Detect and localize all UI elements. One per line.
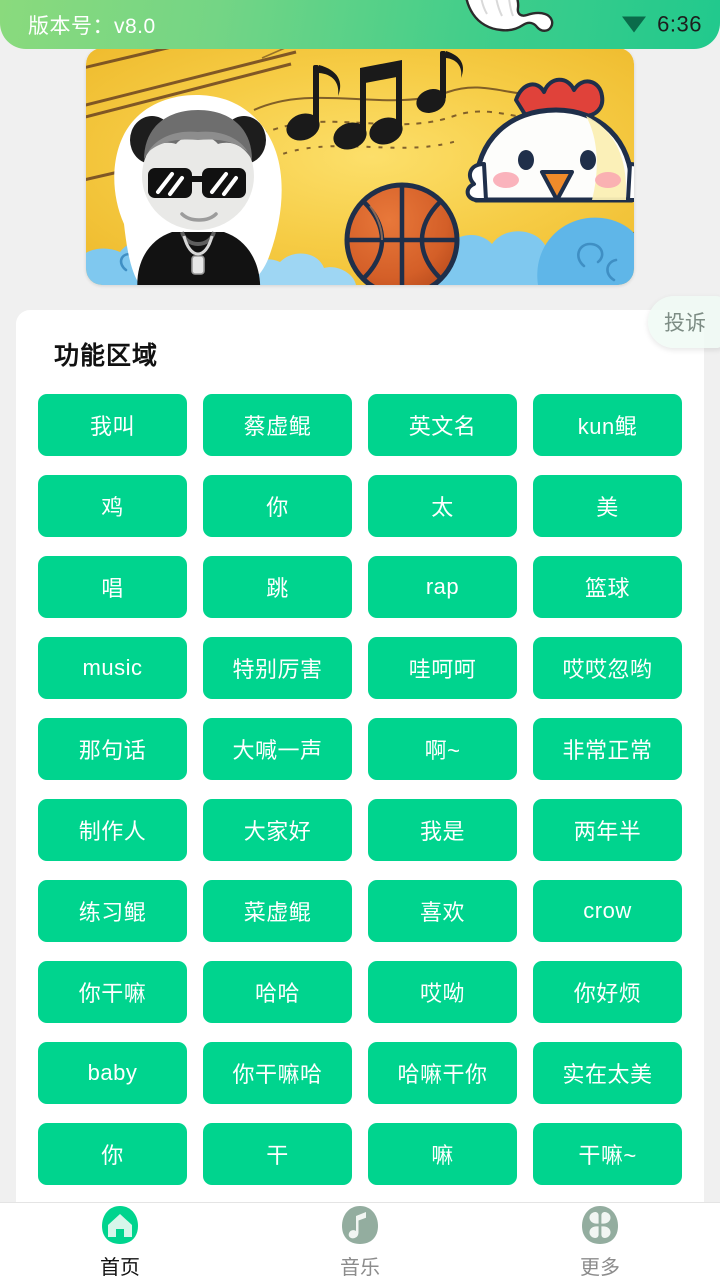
cartoon-glove-icon (455, 0, 565, 42)
function-button[interactable]: 啊~ (368, 718, 517, 780)
function-area-card: 功能区域 我叫 蔡虚鲲 英文名 kun鲲鸡你太美唱跳 rap 篮球 music 特别厉害 哇呵呵… (16, 310, 704, 1276)
complaint-button[interactable]: 投诉 (648, 296, 720, 348)
function-button[interactable]: 英文名 (368, 394, 517, 456)
bottom-navigation: 首页 音乐 更多 (0, 1202, 720, 1280)
function-button[interactable]: 哎呦 (368, 961, 517, 1023)
function-button[interactable]: 你 (38, 1123, 187, 1185)
function-button[interactable]: 干 (203, 1123, 352, 1185)
function-button[interactable]: 美 (533, 475, 682, 537)
promo-banner[interactable] (86, 48, 634, 285)
function-button[interactable]: 你干嘛 (38, 961, 187, 1023)
function-button[interactable]: baby (38, 1042, 187, 1104)
function-button[interactable]: 鸡 (38, 475, 187, 537)
function-button[interactable]: 那句话 (38, 718, 187, 780)
function-button[interactable]: 哎哎忽哟 (533, 637, 682, 699)
function-button[interactable]: 哈哈 (203, 961, 352, 1023)
function-button[interactable]: 篮球 (533, 556, 682, 618)
function-button[interactable]: 你干嘛哈 (203, 1042, 352, 1104)
function-button[interactable]: 菜虚鲲 (203, 880, 352, 942)
nav-item-more[interactable]: 更多 (480, 1203, 720, 1280)
function-button[interactable]: 喜欢 (368, 880, 517, 942)
function-button-grid: 我叫 蔡虚鲲 英文名 kun鲲鸡你太美唱跳 rap 篮球 music 特别厉害 哇呵呵 哎哎忽哟那… (38, 394, 682, 1266)
function-button[interactable]: 嘛 (368, 1123, 517, 1185)
function-button[interactable]: 特别厉害 (203, 637, 352, 699)
function-button[interactable]: 练习鲲 (38, 880, 187, 942)
nav-item-music[interactable]: 音乐 (240, 1203, 480, 1280)
status-clock: 6:36 (657, 11, 702, 37)
wifi-icon (621, 11, 647, 38)
status-bar: 版本号：v8.0 6:36 (0, 0, 720, 49)
page-title: 功能区域 (54, 342, 159, 370)
status-bar-right: 6:36 (621, 11, 702, 38)
promo-banner-artwork (86, 48, 634, 285)
function-button[interactable]: 实在太美 (533, 1042, 682, 1104)
function-button[interactable]: music (38, 637, 187, 699)
function-button[interactable]: 两年半 (533, 799, 682, 861)
function-button[interactable]: rap (368, 556, 517, 618)
app-root: 版本号：v8.0 6:36 投诉 功能区域 我叫 蔡虚鲲 英文名 kun鲲 鸡 … (0, 0, 720, 1280)
nav-item-more-label: 更多 (580, 1257, 620, 1279)
function-button[interactable]: 哈嘛干你 (368, 1042, 517, 1104)
function-button[interactable]: 大家好 (203, 799, 352, 861)
function-button[interactable]: 大喊一声 (203, 718, 352, 780)
nav-item-home[interactable]: 首页 (0, 1203, 240, 1280)
function-button[interactable]: 蔡虚鲲 (203, 394, 352, 456)
function-button[interactable]: 跳 (203, 556, 352, 618)
function-button[interactable]: 干嘛~ (533, 1123, 682, 1185)
function-button[interactable]: 哇呵呵 (368, 637, 517, 699)
music-note-icon (338, 1203, 382, 1247)
function-button[interactable]: 我叫 (38, 394, 187, 456)
nav-item-home-label: 首页 (100, 1257, 140, 1279)
function-button[interactable]: 你 (203, 475, 352, 537)
function-button[interactable]: kun鲲 (533, 394, 682, 456)
function-button[interactable]: 你好烦 (533, 961, 682, 1023)
version-label: 版本号：v8.0 (28, 14, 156, 38)
function-button[interactable]: 制作人 (38, 799, 187, 861)
function-button[interactable]: 非常正常 (533, 718, 682, 780)
nav-item-music-label: 音乐 (340, 1257, 380, 1279)
function-button[interactable]: 唱 (38, 556, 187, 618)
complaint-button-label: 投诉 (664, 312, 706, 335)
home-icon (98, 1203, 142, 1247)
grid-more-icon (578, 1203, 622, 1247)
function-button[interactable]: 我是 (368, 799, 517, 861)
function-button[interactable]: crow (533, 880, 682, 942)
function-button[interactable]: 太 (368, 475, 517, 537)
